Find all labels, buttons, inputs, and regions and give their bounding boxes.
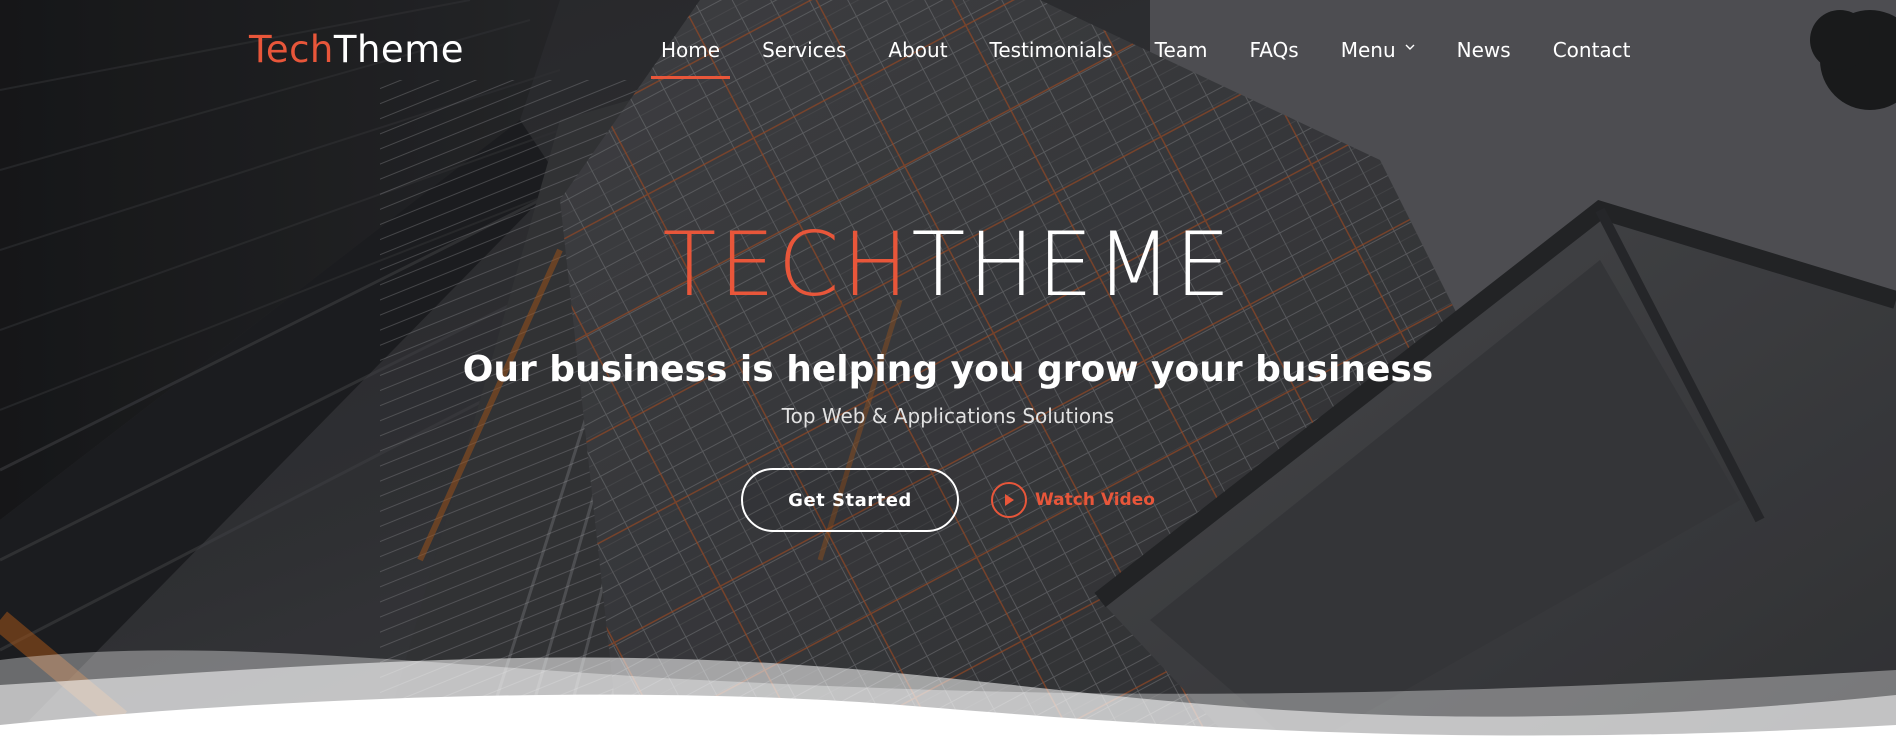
nav-item-team[interactable]: Team — [1134, 30, 1229, 70]
nav-item-label: Team — [1154, 38, 1208, 62]
nav-item-label: Contact — [1552, 38, 1631, 62]
nav-item-news[interactable]: News — [1436, 30, 1532, 70]
site-header: TechTheme Home Services About Testimonia… — [0, 0, 1896, 100]
hero-section: TechTheme Home Services About Testimonia… — [0, 0, 1896, 750]
hero-title-accent: TECH — [662, 213, 912, 316]
nav-item-label: Menu — [1340, 38, 1396, 62]
nav-item-label: Services — [762, 38, 847, 62]
nav-item-label: News — [1456, 38, 1511, 62]
hero-title: TECHTHEME — [0, 215, 1896, 315]
hero-cta-row: Get Started Watch Video — [741, 468, 1155, 532]
watch-video-label: Watch Video — [1035, 490, 1155, 510]
hero-subline: Top Web & Applications Solutions — [781, 404, 1115, 428]
hero-bottom-wave — [0, 650, 1896, 750]
hero-headline: Our business is helping you grow your bu… — [462, 349, 1434, 390]
watch-video-link[interactable]: Watch Video — [991, 482, 1155, 518]
nav-item-home[interactable]: Home — [640, 30, 741, 79]
nav-item-label: Testimonials — [989, 38, 1113, 62]
nav-item-faqs[interactable]: FAQs — [1229, 30, 1320, 70]
play-icon — [991, 482, 1027, 518]
chevron-down-icon — [1405, 44, 1415, 50]
get-started-button[interactable]: Get Started — [741, 468, 959, 532]
nav-item-label: FAQs — [1249, 38, 1299, 62]
hero-title-rest: THEME — [911, 213, 1234, 316]
main-nav: Home Services About Testimonials Team FA… — [640, 0, 1652, 100]
nav-item-menu[interactable]: Menu — [1320, 30, 1436, 70]
nav-item-services[interactable]: Services — [741, 30, 867, 70]
nav-item-contact[interactable]: Contact — [1532, 30, 1652, 70]
nav-item-label: About — [888, 38, 948, 62]
logo-rest-text: Theme — [333, 28, 464, 71]
nav-item-about[interactable]: About — [867, 30, 968, 70]
site-logo[interactable]: TechTheme — [249, 26, 464, 74]
nav-item-testimonials[interactable]: Testimonials — [969, 30, 1134, 70]
logo-accent-text: Tech — [249, 28, 334, 71]
nav-item-label: Home — [661, 38, 721, 62]
